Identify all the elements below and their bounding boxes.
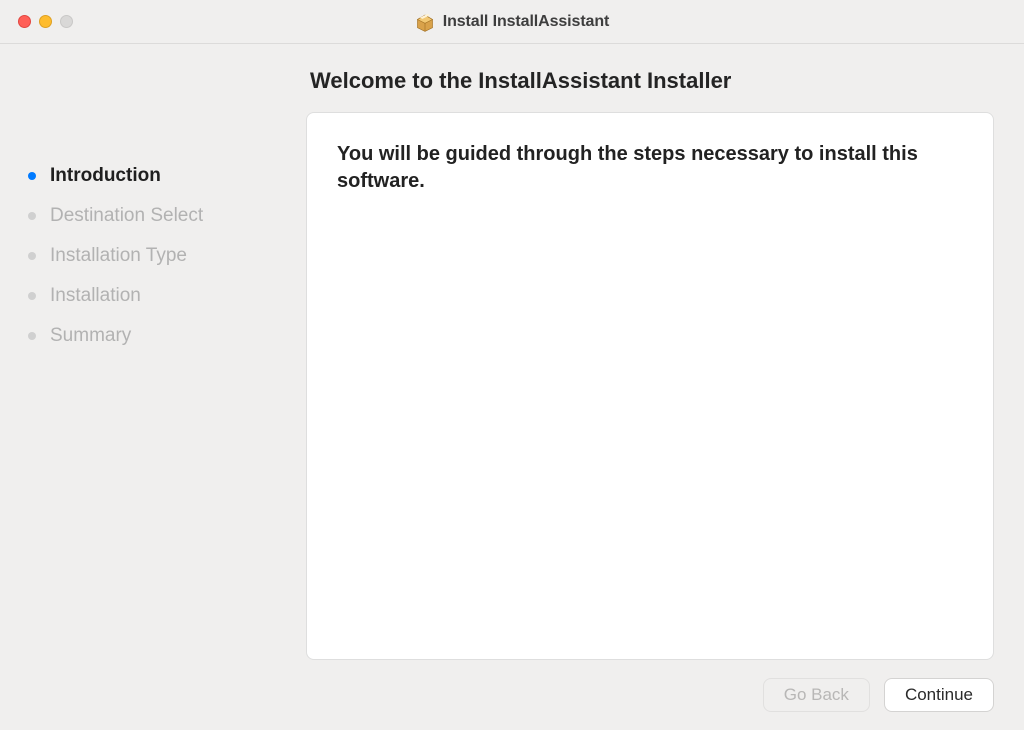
continue-button[interactable]: Continue (884, 678, 994, 712)
window-controls (18, 15, 73, 28)
go-back-button: Go Back (763, 678, 870, 712)
step-label: Installation (50, 284, 141, 308)
content-text: You will be guided through the steps nec… (337, 141, 963, 195)
content-box: You will be guided through the steps nec… (306, 112, 994, 660)
page-heading: Welcome to the InstallAssistant Installe… (310, 68, 994, 94)
step-label: Summary (50, 324, 131, 348)
bullet-icon (28, 292, 36, 300)
package-icon (415, 12, 435, 32)
step-summary: Summary (28, 324, 280, 348)
step-installation: Installation (28, 284, 280, 308)
window-title: Install InstallAssistant (443, 13, 610, 31)
step-installation-type: Installation Type (28, 244, 280, 268)
window-title-area: Install InstallAssistant (0, 12, 1024, 32)
bullet-icon (28, 252, 36, 260)
step-destination-select: Destination Select (28, 204, 280, 228)
bullet-icon (28, 212, 36, 220)
step-label: Introduction (50, 164, 161, 188)
sidebar: Introduction Destination Select Installa… (0, 44, 300, 730)
footer-buttons: Go Back Continue (306, 678, 994, 712)
minimize-window-button[interactable] (39, 15, 52, 28)
maximize-window-button (60, 15, 73, 28)
titlebar: Install InstallAssistant (0, 0, 1024, 44)
step-introduction: Introduction (28, 164, 280, 188)
step-label: Destination Select (50, 204, 203, 228)
bullet-icon (28, 332, 36, 340)
close-window-button[interactable] (18, 15, 31, 28)
bullet-icon (28, 172, 36, 180)
body-area: Introduction Destination Select Installa… (0, 44, 1024, 730)
step-label: Installation Type (50, 244, 187, 268)
main-panel: Welcome to the InstallAssistant Installe… (300, 44, 1024, 730)
